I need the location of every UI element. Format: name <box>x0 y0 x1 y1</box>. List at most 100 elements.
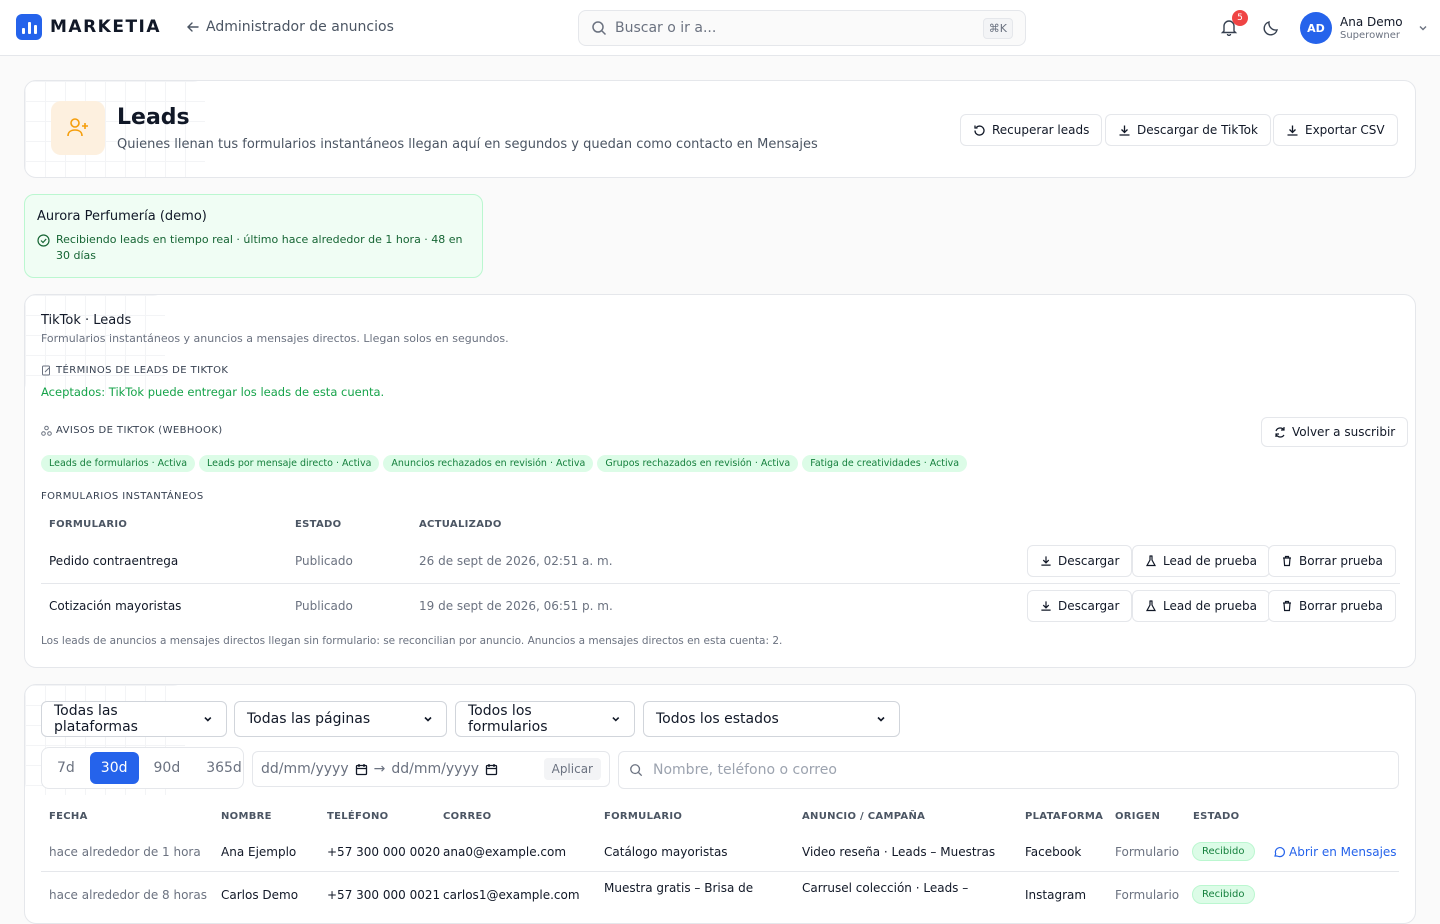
flask-icon <box>1145 555 1157 567</box>
theme-toggle[interactable] <box>1262 19 1280 37</box>
bar-chart-icon <box>16 14 42 40</box>
open-in-messages-label: Abrir en Mensajes <box>1289 845 1397 859</box>
webhook-pill: Fatiga de creatividades · Activa <box>802 455 968 472</box>
recover-leads-label: Recuperar leads <box>992 123 1090 137</box>
range-365d[interactable]: 365d <box>195 752 253 784</box>
download-tiktok-label: Descargar de TikTok <box>1137 123 1258 137</box>
status-badge: Recibido <box>1192 842 1255 861</box>
lead-platform: Facebook <box>1025 845 1082 859</box>
test-lead-button[interactable]: Lead de prueba <box>1132 545 1270 577</box>
notification-count-badge: 5 <box>1232 10 1248 26</box>
tiktok-title: TikTok · Leads <box>41 313 132 328</box>
forms-filter-value: Todos los formularios <box>468 703 548 735</box>
open-in-messages-link[interactable]: Abrir en Mensajes <box>1273 845 1397 859</box>
user-menu[interactable]: AD Ana Demo Superowner <box>1300 12 1429 44</box>
lead-ad: Carrusel colección · Leads – <box>802 881 969 895</box>
chevron-down-icon <box>204 716 212 722</box>
back-label: Administrador de anuncios <box>206 19 394 35</box>
date-range-segmented: 7d 30d 90d 365d <box>41 747 244 789</box>
download-tiktok-button[interactable]: Descargar de TikTok <box>1105 114 1271 146</box>
download-label: Descargar <box>1058 554 1120 568</box>
test-lead-label: Lead de prueba <box>1163 554 1257 568</box>
resubscribe-button[interactable]: Volver a suscribir <box>1261 417 1409 447</box>
back-link[interactable]: Administrador de anuncios <box>186 19 394 35</box>
lead-form: Muestra gratis – Brisa de <box>604 881 754 895</box>
webhook-pill: Grupos rechazados en revisión · Activa <box>597 455 799 472</box>
form-status: Publicado <box>295 599 353 613</box>
test-lead-label: Lead de prueba <box>1163 599 1257 613</box>
grid-decoration <box>25 295 165 395</box>
date-separator: → <box>373 761 386 777</box>
test-lead-button[interactable]: Lead de prueba <box>1132 590 1270 622</box>
brand-logo[interactable]: MARKETIA <box>16 14 161 40</box>
top-bar: MARKETIA Administrador de anuncios Busca… <box>0 0 1440 56</box>
calendar-icon[interactable] <box>485 763 498 776</box>
webhook-pill: Leads de formularios · Activa <box>41 455 196 472</box>
recover-leads-button[interactable]: Recuperar leads <box>960 114 1103 146</box>
platform-filter[interactable]: Todas las plataformas <box>41 701 227 737</box>
webhook-label: AVISOS DE TIKTOK (WEBHOOK) <box>56 425 223 436</box>
lead-search-placeholder: Nombre, teléfono o correo <box>653 762 837 778</box>
lead-phone: +57 300 000 0020 <box>327 845 441 859</box>
custom-date-range: dd/mm/yyyy → dd/mm/yyyy Aplicar <box>252 751 610 787</box>
account-status-text: Recibiendo leads en tiempo real · último… <box>56 233 463 262</box>
form-status: Publicado <box>295 554 353 568</box>
brand-name: MARKETIA <box>50 17 162 37</box>
user-plus-icon <box>51 101 105 155</box>
search-icon <box>630 764 643 777</box>
terms-label: TÉRMINOS DE LEADS DE TIKTOK <box>56 365 229 376</box>
shortcut-hint: ⌘K <box>982 17 1013 39</box>
chevron-down-icon <box>424 716 432 722</box>
arrow-left-icon <box>187 22 199 32</box>
status-badge: Recibido <box>1192 885 1255 904</box>
pages-filter[interactable]: Todas las páginas <box>234 701 447 737</box>
range-30d[interactable]: 30d <box>89 752 139 784</box>
delete-test-label: Borrar prueba <box>1299 599 1383 613</box>
refresh-icon <box>1275 427 1285 438</box>
apply-date-button[interactable]: Aplicar <box>543 758 601 780</box>
forms-filter[interactable]: Todos los formularios <box>455 701 635 737</box>
global-search[interactable]: Buscar o ir a... ⌘K <box>578 10 1026 46</box>
download-icon <box>1041 556 1051 566</box>
range-90d[interactable]: 90d <box>143 752 192 784</box>
range-7d[interactable]: 7d <box>46 752 86 784</box>
form-updated: 26 de sept de 2026, 02:51 a. m. <box>419 554 613 568</box>
col-date: FECHA <box>49 811 88 822</box>
chevron-down-icon <box>877 716 885 722</box>
terms-section-label: TÉRMINOS DE LEADS DE TIKTOK <box>41 365 228 376</box>
terms-status: Aceptados: TikTok puede entregar los lea… <box>41 385 385 399</box>
delete-test-button[interactable]: Borrar prueba <box>1268 590 1396 622</box>
lead-search-input[interactable]: Nombre, teléfono o correo <box>618 751 1399 789</box>
rotate-ccw-icon <box>974 124 985 136</box>
chevron-down-icon <box>612 717 620 722</box>
avatar: AD <box>1300 12 1332 44</box>
pages-filter-value: Todas las páginas <box>247 711 371 727</box>
calendar-icon[interactable] <box>355 763 368 776</box>
col-form: FORMULARIO <box>604 811 683 822</box>
date-to-input[interactable]: dd/mm/yyyy <box>391 761 479 777</box>
row-divider <box>41 871 1399 872</box>
delete-test-button[interactable]: Borrar prueba <box>1268 545 1396 577</box>
flask-icon <box>1145 600 1157 612</box>
states-filter[interactable]: Todos los estados <box>643 701 900 737</box>
webhook-list: Leads de formularios · Activa Leads por … <box>41 455 971 472</box>
account-status-card[interactable]: Aurora Perfumería (demo) Recibiendo lead… <box>24 194 483 278</box>
download-form-button[interactable]: Descargar <box>1027 545 1133 577</box>
download-form-button[interactable]: Descargar <box>1027 590 1133 622</box>
lead-name: Ana Ejemplo <box>221 845 297 859</box>
lead-date: hace alrededor de 1 hora <box>49 845 201 859</box>
download-icon <box>1119 125 1130 136</box>
export-csv-button[interactable]: Exportar CSV <box>1273 114 1398 146</box>
col-email: CORREO <box>443 811 492 822</box>
webhook-pill: Anuncios rechazados en revisión · Activa <box>383 455 594 472</box>
chevron-down-icon <box>1419 26 1427 31</box>
col-platform: PLATAFORMA <box>1025 811 1104 822</box>
lead-form: Catálogo mayoristas <box>604 845 728 859</box>
download-icon <box>1287 125 1298 136</box>
search-placeholder: Buscar o ir a... <box>615 20 717 36</box>
file-signature-icon <box>42 365 50 376</box>
col-status: ESTADO <box>295 519 342 530</box>
export-csv-label: Exportar CSV <box>1305 123 1385 137</box>
date-from-input[interactable]: dd/mm/yyyy <box>261 761 349 777</box>
user-role: Superowner <box>1340 29 1400 41</box>
